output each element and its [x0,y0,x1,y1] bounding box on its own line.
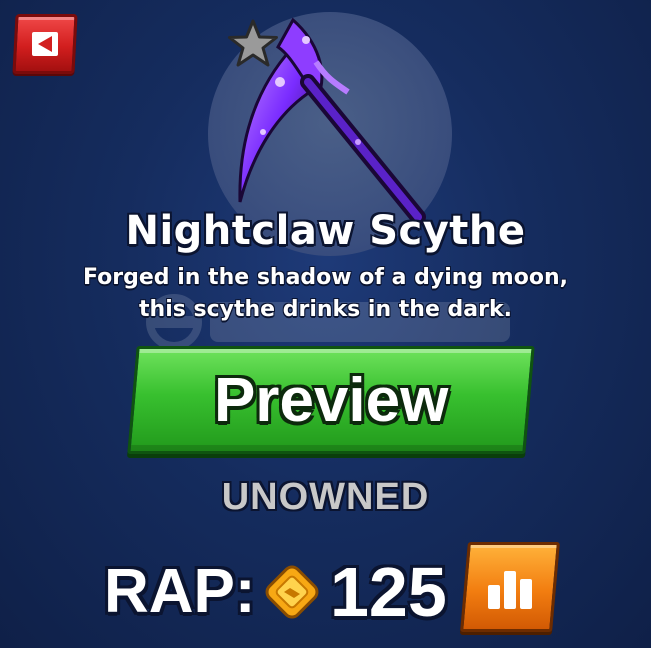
preview-button[interactable]: Preview [127,346,535,454]
item-description: Forged in the shadow of a dying moon, th… [83,265,568,322]
star-icon [228,19,278,67]
preview-button-label: Preview [213,365,449,435]
value-history-button[interactable] [460,542,560,632]
back-button[interactable] [12,14,78,74]
rap-label: RAP: [104,557,256,626]
back-arrow-icon [32,32,58,56]
bar-chart-icon [488,571,532,609]
rap-row: RAP: 125 [100,542,580,638]
item-name: Nightclaw Scythe [125,208,526,254]
ownership-status: UNOWNED [221,476,430,518]
rap-value: 125 [330,553,447,631]
coin-icon [265,565,319,619]
